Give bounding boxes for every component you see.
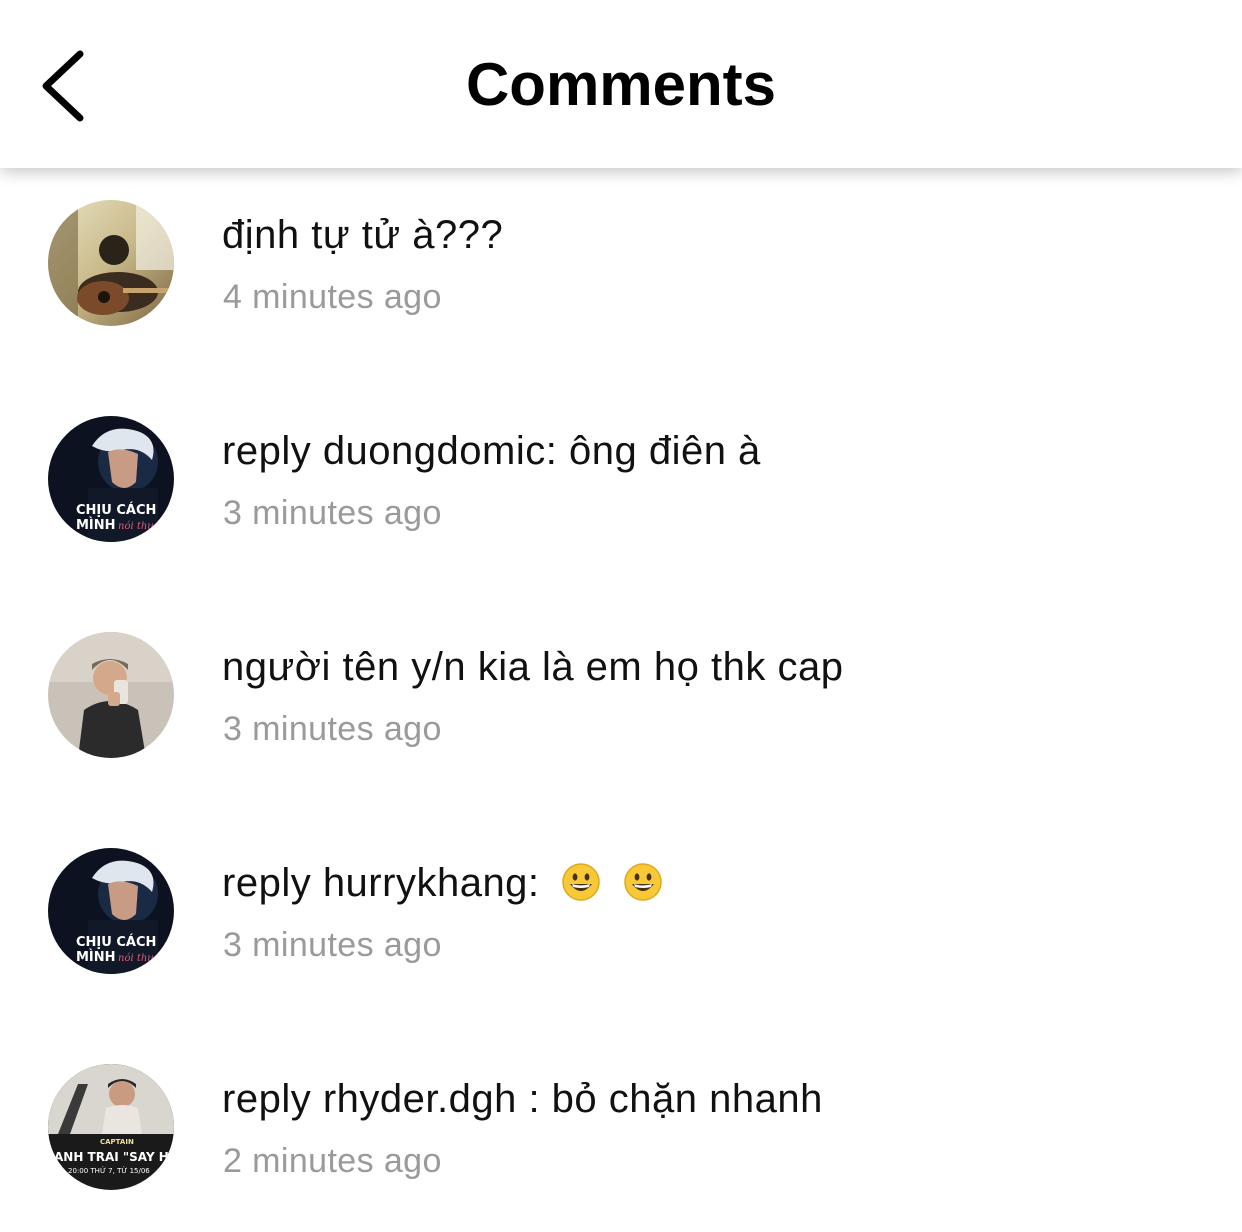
avatar-text: nói thua [118,953,160,964]
avatar-text: CHỊU CÁCH [76,502,156,518]
comment-timestamp: 3 minutes ago [223,710,442,748]
poster-photo: CAPTAIN ANH TRAI "SAY HI" 20:00 THỨ 7, T… [48,1064,174,1190]
comment-item[interactable]: người tên y/n kia là em họ thk cap 3 min… [0,600,1242,800]
avatar[interactable] [48,200,174,326]
page-title: Comments [465,51,777,118]
avatar-text: MÌNH [76,517,116,533]
avatar[interactable]: CHỊU CÁCH MÌNH nói thua [48,416,174,542]
comment-timestamp: 4 minutes ago [223,278,442,316]
comment-item[interactable]: định tự tử à??? 4 minutes ago [0,168,1242,368]
album-cover-photo: CHỊU CÁCH MÌNH nói thua [48,416,174,542]
comment-text: người tên y/n kia là em họ thk cap [222,645,844,689]
avatar[interactable]: CHỊU CÁCH MÌNH nói thua [48,848,174,974]
comment-list[interactable]: định tự tử à??? 4 minutes ago CHỊU CÁCH … [0,168,1242,1218]
avatar-text: ANH TRAI "SAY HI" [54,1150,174,1164]
comment-text: reply rhyder.dgh : bỏ chặn nhanh [222,1077,823,1121]
comment-timestamp: 3 minutes ago [223,494,442,532]
avatar-text: CAPTAIN [100,1138,134,1146]
comment-timestamp: 2 minutes ago [223,1142,442,1180]
comment-item[interactable]: CAPTAIN ANH TRAI "SAY HI" 20:00 THỨ 7, T… [0,1032,1242,1232]
avatar-text: MÌNH [76,949,116,965]
comment-item[interactable]: CHỊU CÁCH MÌNH nói thua reply hurrykhang… [0,816,1242,1016]
comment-text-label: reply hurrykhang: [222,861,540,905]
mirror-selfie-photo [48,632,174,758]
avatar-text: 20:00 THỨ 7, TỪ 15/06 [68,1166,150,1175]
grinning-face-emoji [624,863,662,902]
comment-timestamp: 3 minutes ago [223,926,442,964]
header-bar: Comments [0,0,1242,168]
comment-text: định tự tử à??? [222,213,504,257]
guitar-person-photo [48,200,174,326]
comment-text: reply duongdomic: ông điên à [222,429,761,473]
comment-text: reply hurrykhang: [222,860,663,906]
avatar[interactable] [48,632,174,758]
avatar-text: CHỊU CÁCH [76,934,156,950]
comment-item[interactable]: CHỊU CÁCH MÌNH nói thua reply duongdomic… [0,384,1242,584]
album-cover-photo: CHỊU CÁCH MÌNH nói thua [48,848,174,974]
grinning-face-emoji [562,863,600,902]
avatar[interactable]: CAPTAIN ANH TRAI "SAY HI" 20:00 THỨ 7, T… [48,1064,174,1190]
avatar-text: nói thua [118,521,160,532]
